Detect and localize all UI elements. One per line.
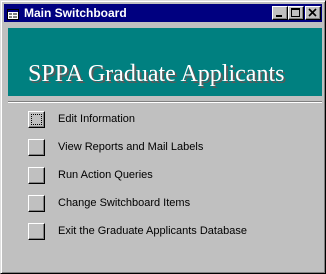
- title-bar[interactable]: Main Switchboard: [4, 4, 322, 22]
- menu-item-run-action-queries[interactable]: Run Action Queries: [28, 167, 308, 185]
- menu-item-label: Run Action Queries: [58, 169, 153, 181]
- exit-database-button[interactable]: [28, 223, 45, 240]
- menu-item-view-reports[interactable]: View Reports and Mail Labels: [28, 139, 308, 157]
- window-title: Main Switchboard: [24, 6, 127, 20]
- change-switchboard-button[interactable]: [28, 195, 45, 212]
- menu-item-label: Edit Information: [58, 113, 136, 125]
- menu-item-exit-database[interactable]: Exit the Graduate Applicants Database: [28, 223, 308, 241]
- run-action-queries-button[interactable]: [28, 167, 45, 184]
- menu-item-label: Exit the Graduate Applicants Database: [58, 225, 247, 237]
- maximize-button[interactable]: [288, 6, 304, 20]
- maximize-icon: [291, 8, 300, 17]
- menu-item-edit-information[interactable]: Edit Information: [28, 111, 308, 129]
- header-band: SPPA Graduate Applicants: [8, 28, 322, 96]
- switchboard-form: SPPA Graduate Applicants Edit Informatio…: [4, 24, 322, 270]
- form-icon[interactable]: [7, 7, 19, 20]
- minimize-button[interactable]: [272, 6, 288, 20]
- page-title: SPPA Graduate Applicants: [28, 61, 285, 87]
- menu-item-change-switchboard[interactable]: Change Switchboard Items: [28, 195, 308, 213]
- edit-information-button[interactable]: [28, 111, 45, 128]
- divider: [8, 101, 322, 103]
- switchboard-window: Main Switchboard SPPA Graduate Applicant…: [0, 0, 326, 274]
- close-button[interactable]: [305, 6, 321, 20]
- menu-item-label: Change Switchboard Items: [58, 197, 191, 209]
- menu-item-label: View Reports and Mail Labels: [58, 141, 204, 153]
- view-reports-button[interactable]: [28, 139, 45, 156]
- minimize-icon: [276, 15, 282, 17]
- close-icon: [308, 8, 317, 17]
